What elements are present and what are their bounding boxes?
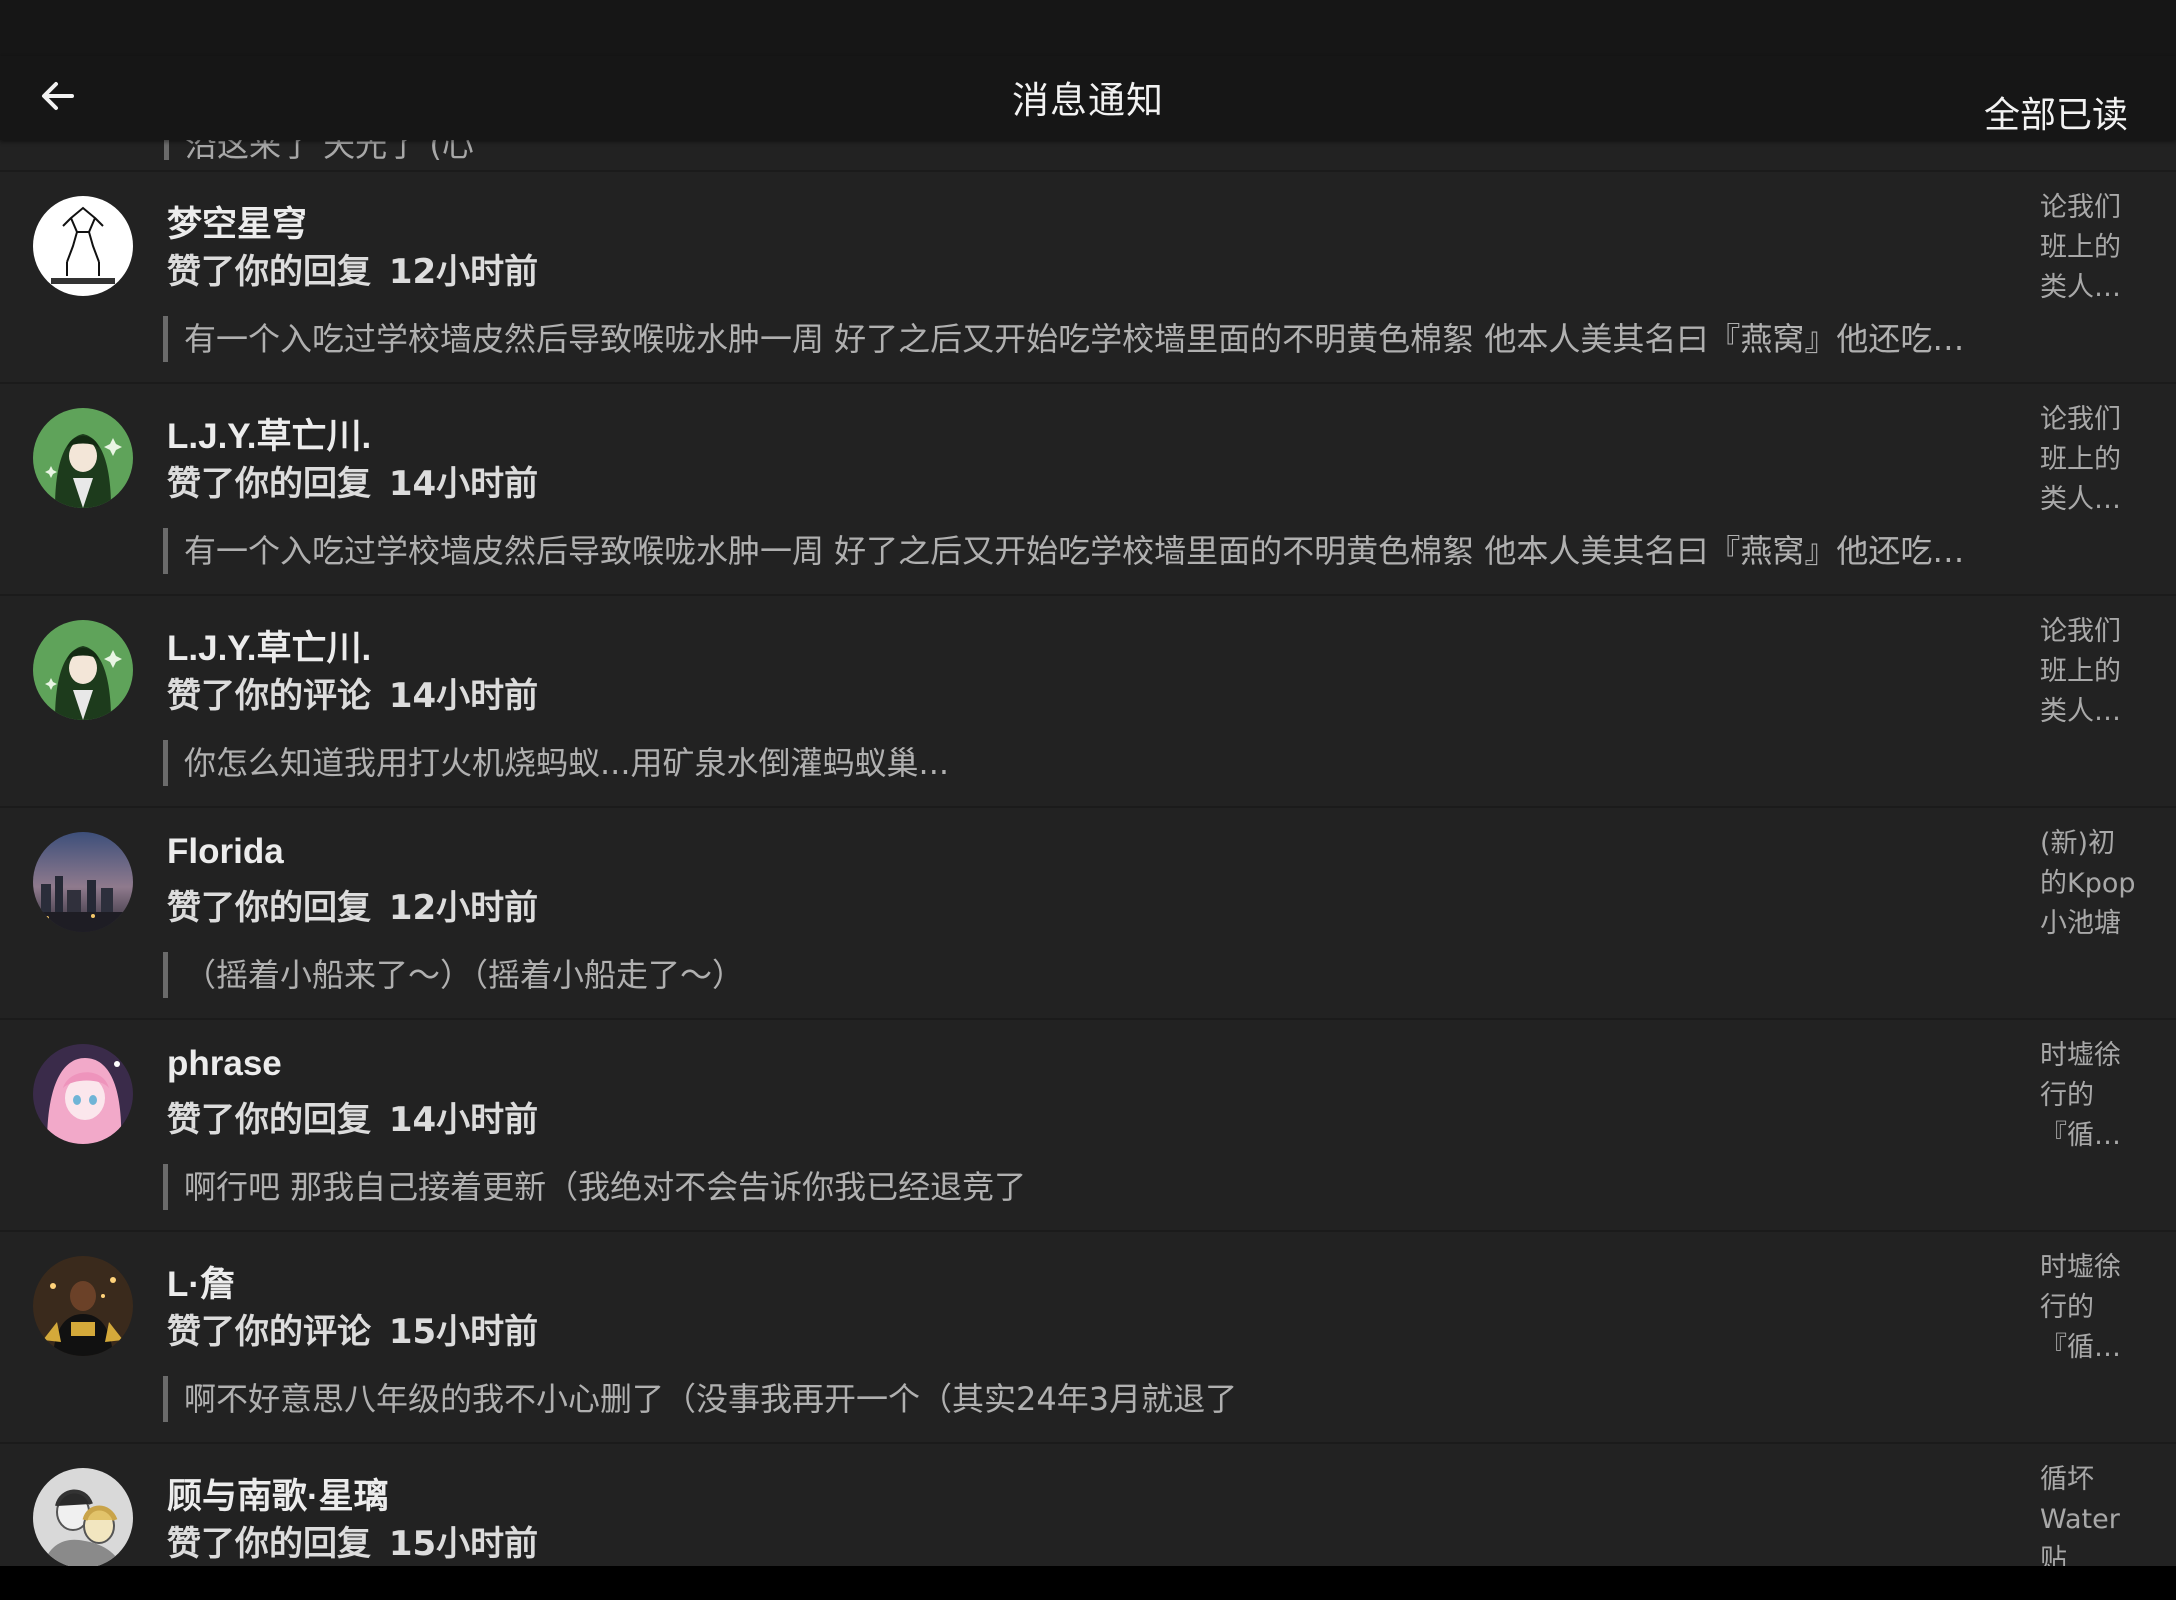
quoted-text[interactable]: 你怎么知道我用打火机烧蚂蚁...用矿泉水倒灌蚂蚁巢... bbox=[163, 740, 949, 786]
notification-item[interactable]: L.J.Y.草亡川. 赞了你的评论 14小时前 你怎么知道我用打火机烧蚂蚁...… bbox=[0, 596, 2176, 808]
avatar[interactable] bbox=[33, 408, 133, 508]
username[interactable]: L.J.Y.草亡川. bbox=[167, 620, 371, 671]
navigation-bar bbox=[0, 1566, 2176, 1600]
timestamp: 15小时前 bbox=[388, 1524, 539, 1564]
action-line: 赞了你的回复 15小时前 bbox=[167, 1516, 538, 1565]
timestamp: 12小时前 bbox=[388, 888, 539, 928]
sketch-people-avatar bbox=[33, 1468, 133, 1566]
notification-list[interactable]: 沿这来了 天光了 (心 梦空星穹 赞了你的回复 12小时前 有一个入吃过学校墙皮… bbox=[0, 140, 2176, 1566]
timestamp: 14小时前 bbox=[388, 676, 539, 716]
quoted-text[interactable]: （摇着小船来了～）（摇着小船走了～） bbox=[163, 952, 744, 998]
action-line: 赞了你的回复 12小时前 bbox=[167, 244, 538, 293]
city-dusk-avatar bbox=[33, 832, 133, 932]
green-anime-avatar bbox=[33, 408, 133, 508]
basketball-player-avatar bbox=[33, 1256, 133, 1356]
status-bar bbox=[0, 0, 2176, 56]
action-text: 赞了你的回复 bbox=[167, 1100, 371, 1140]
quoted-text[interactable]: 啊行吧 那我自己接着更新（我绝对不会告诉你我已经退竞了 bbox=[163, 1164, 1026, 1210]
page-title: 消息通知 bbox=[1012, 79, 1164, 122]
username[interactable]: phrase bbox=[167, 1044, 282, 1084]
timestamp: 14小时前 bbox=[388, 1100, 539, 1140]
avatar[interactable] bbox=[33, 620, 133, 720]
pink-hair-avatar bbox=[33, 1044, 133, 1144]
username[interactable]: 梦空星穹 bbox=[167, 196, 307, 247]
green-anime-avatar bbox=[33, 620, 133, 720]
source-thread[interactable]: 论我们 班上的 类人… bbox=[2040, 188, 2160, 308]
username[interactable]: Florida bbox=[167, 832, 284, 872]
source-thread[interactable]: 时墟徐 行的 『循… bbox=[2040, 1036, 2160, 1156]
action-line: 赞了你的评论 15小时前 bbox=[167, 1304, 538, 1353]
action-text: 赞了你的回复 bbox=[167, 252, 371, 292]
notification-item[interactable]: L.J.Y.草亡川. 赞了你的回复 14小时前 有一个入吃过学校墙皮然后导致喉咙… bbox=[0, 384, 2176, 596]
username[interactable]: L·詹 bbox=[167, 1256, 235, 1307]
action-text: 赞了你的评论 bbox=[167, 1312, 371, 1352]
mark-all-read-button[interactable]: 全部已读 bbox=[1984, 86, 2128, 138]
username[interactable]: L.J.Y.草亡川. bbox=[167, 408, 371, 459]
notification-item[interactable]: 梦空星穹 赞了你的回复 12小时前 有一个入吃过学校墙皮然后导致喉咙水肿一周 好… bbox=[0, 172, 2176, 384]
source-thread[interactable]: 论我们 班上的 类人… bbox=[2040, 400, 2160, 520]
quoted-text: 沿这来了 天光了 (心 bbox=[164, 140, 474, 160]
avatar[interactable] bbox=[33, 196, 133, 296]
source-thread[interactable]: 循坏 Water 贴 bbox=[2040, 1460, 2160, 1566]
username[interactable]: 顾与南歌·星璃 bbox=[167, 1468, 389, 1519]
timestamp: 15小时前 bbox=[388, 1312, 539, 1352]
source-thread[interactable]: 论我们 班上的 类人… bbox=[2040, 612, 2160, 732]
notification-item[interactable]: L·詹 赞了你的评论 15小时前 啊不好意思八年级的我不小心删了（没事我再开一个… bbox=[0, 1232, 2176, 1444]
action-text: 赞了你的回复 bbox=[167, 464, 371, 504]
timestamp: 12小时前 bbox=[388, 252, 539, 292]
avatar[interactable] bbox=[33, 1468, 133, 1566]
sketch-logo-avatar bbox=[33, 196, 133, 296]
notification-item[interactable]: phrase 赞了你的回复 14小时前 啊行吧 那我自己接着更新（我绝对不会告诉… bbox=[0, 1020, 2176, 1232]
timestamp: 14小时前 bbox=[388, 464, 539, 504]
notification-item[interactable]: 顾与南歌·星璃 赞了你的回复 15小时前 循坏 Water 贴 bbox=[0, 1444, 2176, 1566]
action-text: 赞了你的回复 bbox=[167, 888, 371, 928]
action-line: 赞了你的回复 14小时前 bbox=[167, 456, 538, 505]
action-line: 赞了你的回复 14小时前 bbox=[167, 1092, 538, 1141]
notification-item[interactable]: Florida 赞了你的回复 12小时前 （摇着小船来了～）（摇着小船走了～） … bbox=[0, 808, 2176, 1020]
avatar[interactable] bbox=[33, 1044, 133, 1144]
notification-item-partial[interactable]: 沿这来了 天光了 (心 bbox=[0, 140, 2176, 172]
quoted-text[interactable]: 有一个入吃过学校墙皮然后导致喉咙水肿一周 好了之后又开始吃学校墙里面的不明黄色棉… bbox=[163, 316, 1964, 362]
avatar[interactable] bbox=[33, 1256, 133, 1356]
quoted-text[interactable]: 有一个入吃过学校墙皮然后导致喉咙水肿一周 好了之后又开始吃学校墙里面的不明黄色棉… bbox=[163, 528, 1964, 574]
action-line: 赞了你的评论 14小时前 bbox=[167, 668, 538, 717]
action-text: 赞了你的评论 bbox=[167, 676, 371, 716]
action-text: 赞了你的回复 bbox=[167, 1524, 371, 1564]
action-line: 赞了你的回复 12小时前 bbox=[167, 880, 538, 929]
source-thread[interactable]: 时墟徐 行的 『循… bbox=[2040, 1248, 2160, 1368]
source-thread[interactable]: (新)初 的Kpop 小池塘 bbox=[2040, 824, 2160, 944]
avatar[interactable] bbox=[33, 832, 133, 932]
quoted-text[interactable]: 啊不好意思八年级的我不小心删了（没事我再开一个（其实24年3月就退了 bbox=[163, 1376, 1237, 1422]
top-app-bar: 消息通知 全部已读 bbox=[0, 56, 2176, 140]
